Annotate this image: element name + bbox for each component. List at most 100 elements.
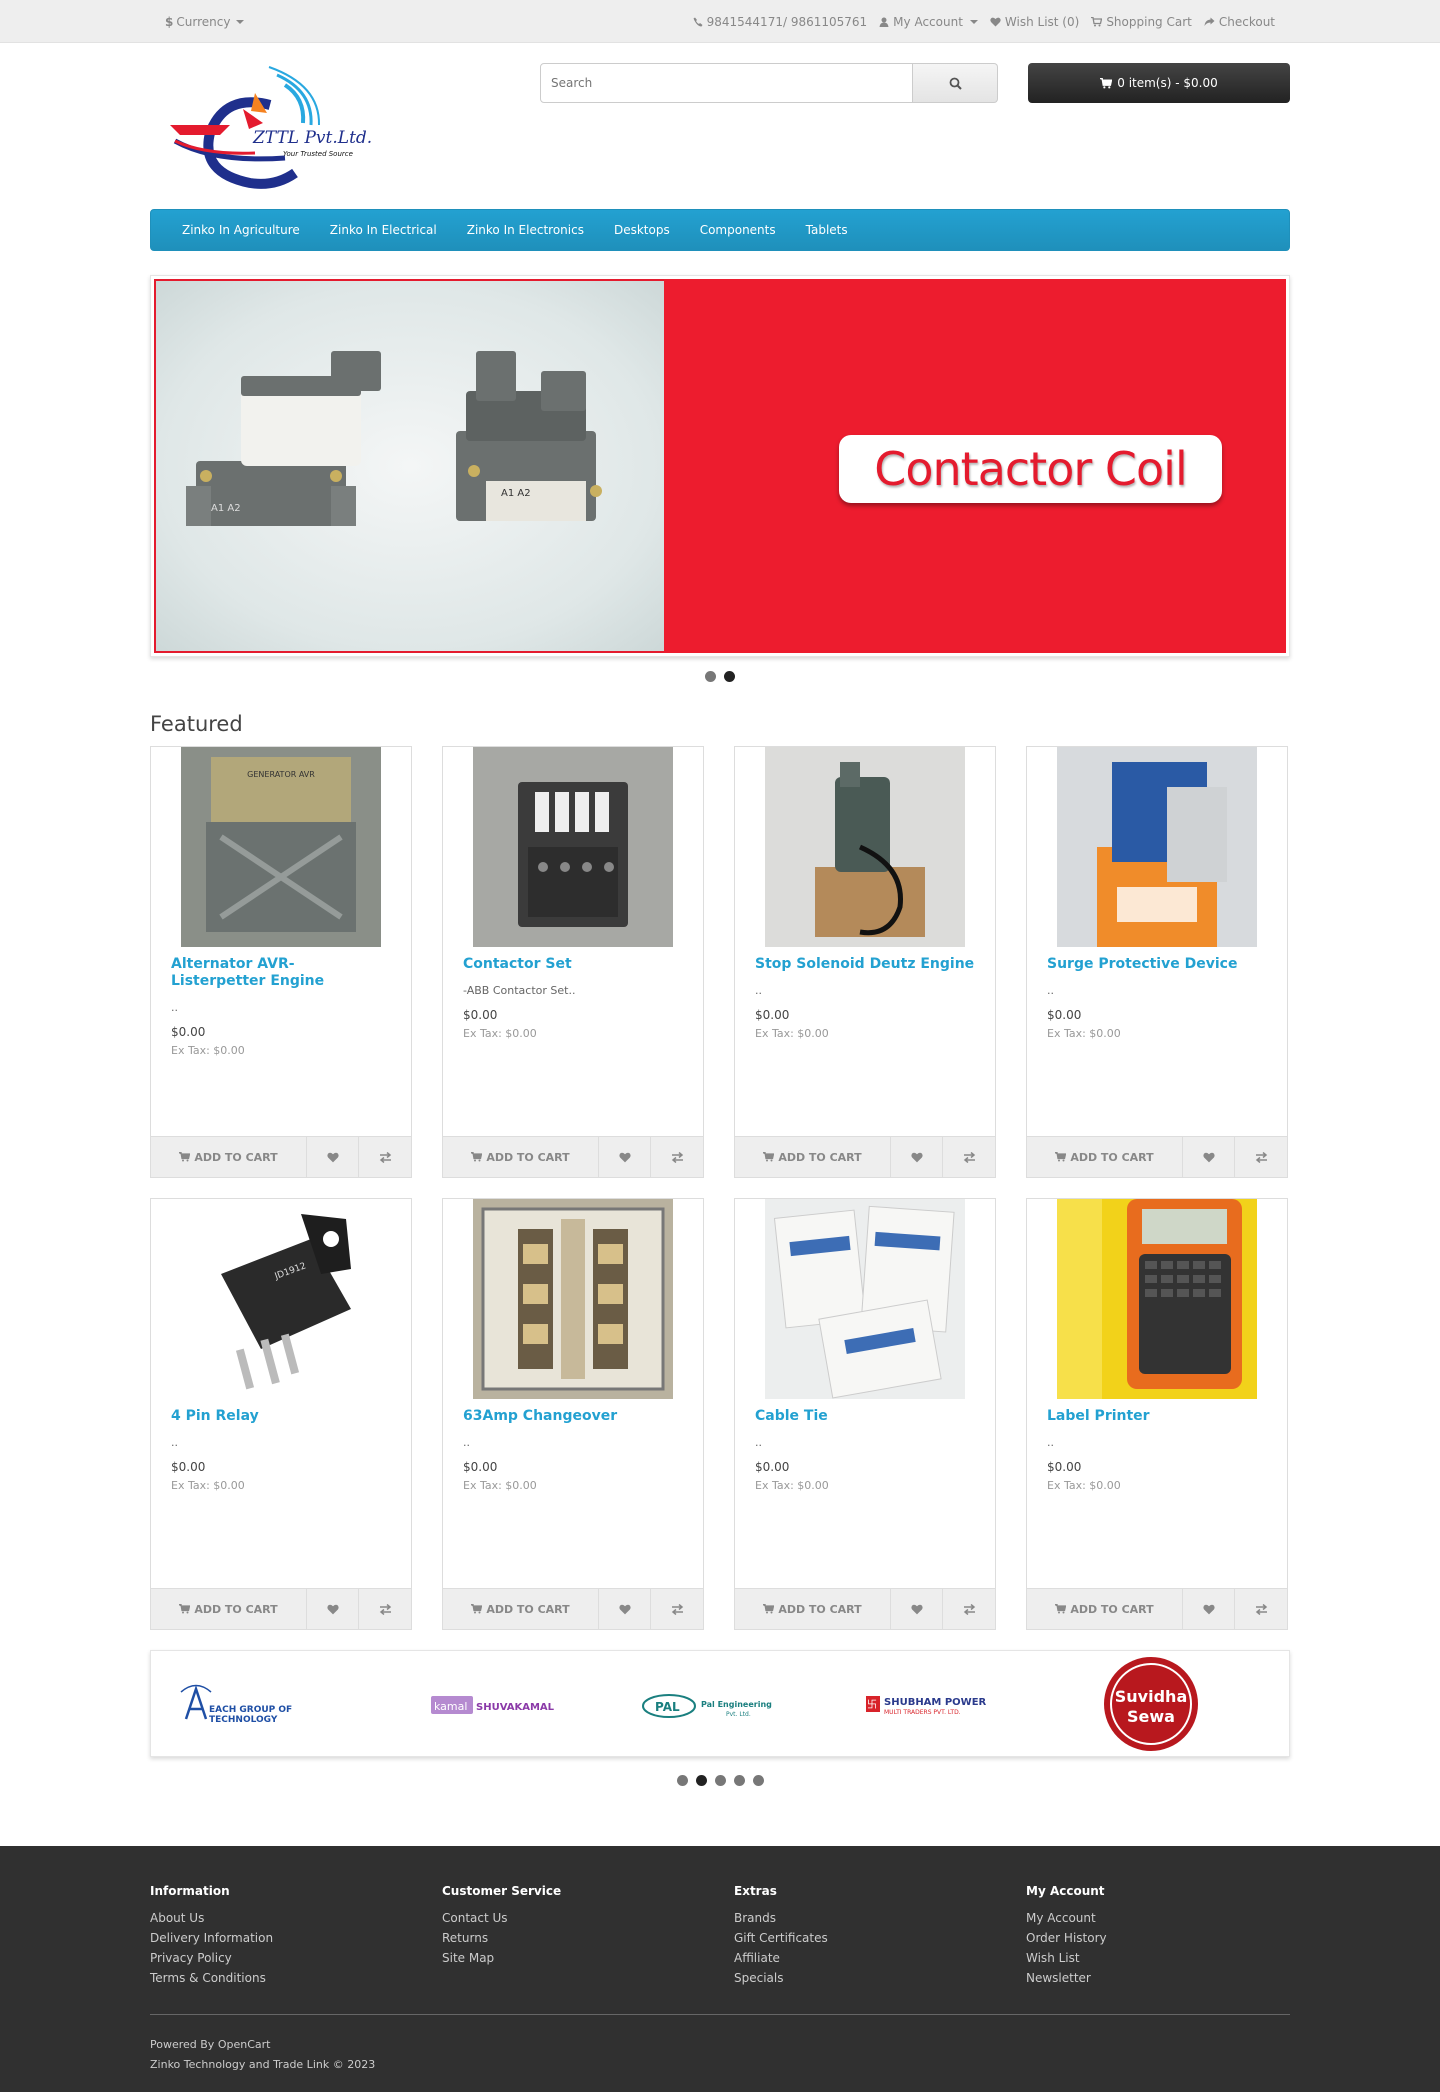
- carousel-dot[interactable]: [733, 1775, 745, 1786]
- brand-carousel[interactable]: EACH GROUP OF TECHNOLOGY kamal SHUVAKAMA…: [150, 1650, 1290, 1757]
- brand-logo-pal-engineering[interactable]: PAL Pal Engineering Pvt. Ltd.: [601, 1654, 821, 1754]
- add-to-wishlist-button[interactable]: [1183, 1589, 1235, 1629]
- footer-link-brands[interactable]: Brands: [734, 1908, 1026, 1928]
- add-to-cart-button[interactable]: ADD TO CART: [735, 1589, 891, 1629]
- svg-text:Sewa: Sewa: [1127, 1707, 1175, 1726]
- footer-link-gift-certificates[interactable]: Gift Certificates: [734, 1928, 1026, 1948]
- svg-text:MULTI TRADERS PVT. LTD.: MULTI TRADERS PVT. LTD.: [884, 1709, 961, 1716]
- search-input[interactable]: [540, 63, 913, 103]
- brand-text: TECHNOLOGY: [209, 1715, 278, 1725]
- logo-tagline: Your Trusted Source: [283, 150, 353, 158]
- exchange-icon: [1255, 1151, 1267, 1163]
- compare-button[interactable]: [943, 1137, 995, 1177]
- footer-link-wish-list[interactable]: Wish List: [1026, 1948, 1318, 1968]
- compare-button[interactable]: [943, 1589, 995, 1629]
- compare-button[interactable]: [1235, 1589, 1287, 1629]
- menu-item-desktops[interactable]: Desktops: [599, 223, 685, 237]
- footer-link-delivery[interactable]: Delivery Information: [150, 1928, 442, 1948]
- menu-item-agriculture[interactable]: Zinko In Agriculture: [167, 223, 315, 237]
- compare-button[interactable]: [651, 1589, 703, 1629]
- footer-link-terms[interactable]: Terms & Conditions: [150, 1968, 442, 1988]
- carousel-dot-active[interactable]: [695, 1775, 707, 1786]
- product-image[interactable]: [1057, 1199, 1257, 1399]
- add-to-cart-button[interactable]: ADD TO CART: [735, 1137, 891, 1177]
- currency-dropdown[interactable]: $ Currency: [165, 15, 245, 29]
- menu-item-components[interactable]: Components: [685, 223, 791, 237]
- footer-link-newsletter[interactable]: Newsletter: [1026, 1968, 1318, 1988]
- carousel-dot[interactable]: [752, 1775, 764, 1786]
- user-icon: [879, 17, 889, 27]
- product-name[interactable]: Contactor Set: [463, 956, 683, 973]
- footer-link-returns[interactable]: Returns: [442, 1928, 734, 1948]
- add-to-wishlist-button[interactable]: [599, 1137, 651, 1177]
- product-name[interactable]: 63Amp Changeover: [463, 1408, 683, 1425]
- slideshow-dot[interactable]: [705, 671, 716, 682]
- footer-link-site-map[interactable]: Site Map: [442, 1948, 734, 1968]
- add-to-wishlist-button[interactable]: [307, 1137, 359, 1177]
- add-to-wishlist-button[interactable]: [1183, 1137, 1235, 1177]
- add-to-cart-button[interactable]: ADD TO CART: [1027, 1589, 1183, 1629]
- compare-button[interactable]: [651, 1137, 703, 1177]
- add-to-wishlist-button[interactable]: [307, 1589, 359, 1629]
- my-account-dropdown[interactable]: My Account: [879, 15, 978, 29]
- add-to-cart-button[interactable]: ADD TO CART: [443, 1589, 599, 1629]
- product-description: ..: [171, 1436, 178, 1449]
- product-image[interactable]: GENERATOR AVR: [181, 747, 381, 947]
- cart-button[interactable]: 0 item(s) - $0.00: [1028, 63, 1290, 103]
- footer-link-about-us[interactable]: About Us: [150, 1908, 442, 1928]
- compare-button[interactable]: [1235, 1137, 1287, 1177]
- shopping-cart-link[interactable]: Shopping Cart: [1091, 15, 1192, 29]
- product-name[interactable]: Label Printer: [1047, 1408, 1267, 1425]
- add-to-cart-label: ADD TO CART: [1070, 1150, 1154, 1164]
- product-name[interactable]: Cable Tie: [755, 1408, 975, 1425]
- slideshow-dot-active[interactable]: [724, 671, 735, 682]
- carousel-dot[interactable]: [676, 1775, 688, 1786]
- product-image[interactable]: JD1912: [181, 1199, 381, 1399]
- footer-link-affiliate[interactable]: Affiliate: [734, 1948, 1026, 1968]
- product-name[interactable]: Stop Solenoid Deutz Engine: [755, 956, 975, 973]
- add-to-wishlist-button[interactable]: [891, 1137, 943, 1177]
- footer-link-contact[interactable]: Contact Us: [442, 1908, 734, 1928]
- cart-icon: [179, 1152, 191, 1162]
- slideshow[interactable]: A1 A2 A1 A2 Contactor Coil: [150, 275, 1290, 657]
- product-name[interactable]: 4 Pin Relay: [171, 1408, 391, 1425]
- compare-button[interactable]: [359, 1589, 411, 1629]
- product-card: Contactor Set -ABB Contactor Set.. $0.00…: [442, 746, 704, 1178]
- product-image[interactable]: [473, 747, 673, 947]
- carousel-dot[interactable]: [714, 1775, 726, 1786]
- add-to-cart-button[interactable]: ADD TO CART: [151, 1137, 307, 1177]
- logo[interactable]: ZTTL Pvt.Ltd. Your Trusted Source: [155, 63, 385, 198]
- search-button[interactable]: [913, 63, 998, 103]
- exchange-icon: [1255, 1603, 1267, 1615]
- cart-icon: [471, 1604, 483, 1614]
- compare-button[interactable]: [359, 1137, 411, 1177]
- product-image[interactable]: [473, 1199, 673, 1399]
- phone-link[interactable]: 9841544171/ 9861105761: [693, 15, 867, 29]
- opencart-link[interactable]: OpenCart: [218, 2038, 271, 2051]
- add-to-cart-button[interactable]: ADD TO CART: [443, 1137, 599, 1177]
- search-icon: [949, 77, 962, 90]
- footer-link-specials[interactable]: Specials: [734, 1968, 1026, 1988]
- footer-link-my-account[interactable]: My Account: [1026, 1908, 1318, 1928]
- footer-link-privacy[interactable]: Privacy Policy: [150, 1948, 442, 1968]
- product-image[interactable]: [1057, 747, 1257, 947]
- menu-item-electrical[interactable]: Zinko In Electrical: [315, 223, 452, 237]
- add-to-cart-button[interactable]: ADD TO CART: [1027, 1137, 1183, 1177]
- brand-logo-shubham-power[interactable]: 卐 SHUBHAM POWER MULTI TRADERS PVT. LTD.: [821, 1654, 1041, 1754]
- product-name[interactable]: Alternator AVR- Listerpetter Engine: [171, 956, 391, 990]
- menu-item-tablets[interactable]: Tablets: [791, 223, 863, 237]
- exchange-icon: [671, 1603, 683, 1615]
- wish-list-link[interactable]: Wish List (0): [990, 15, 1079, 29]
- menu-item-electronics[interactable]: Zinko In Electronics: [452, 223, 599, 237]
- product-image[interactable]: [765, 747, 965, 947]
- brand-logo-shuvakamal[interactable]: kamal SHUVAKAMAL: [381, 1654, 601, 1754]
- brand-logo-each-group[interactable]: EACH GROUP OF TECHNOLOGY: [161, 1654, 381, 1754]
- product-name[interactable]: Surge Protective Device: [1047, 956, 1267, 973]
- add-to-cart-button[interactable]: ADD TO CART: [151, 1589, 307, 1629]
- add-to-wishlist-button[interactable]: [891, 1589, 943, 1629]
- checkout-link[interactable]: Checkout: [1204, 15, 1275, 29]
- brand-logo-suvidha-sewa[interactable]: Suvidha Sewa: [1041, 1654, 1261, 1754]
- add-to-wishlist-button[interactable]: [599, 1589, 651, 1629]
- footer-link-order-history[interactable]: Order History: [1026, 1928, 1318, 1948]
- product-image[interactable]: [765, 1199, 965, 1399]
